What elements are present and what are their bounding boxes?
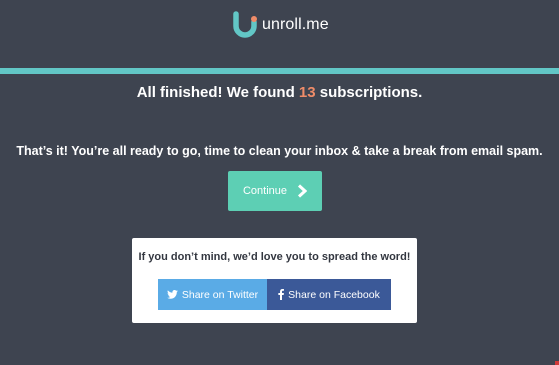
accent-bar <box>0 68 559 74</box>
share-facebook-button[interactable]: Share on Facebook <box>267 279 391 310</box>
instructions-text: That’s it! You’re all ready to go, time … <box>16 144 543 158</box>
share-card: If you don’t mind, we’d love you to spre… <box>132 238 417 323</box>
chevron-right-icon <box>297 184 308 198</box>
header: unroll.me <box>0 0 559 68</box>
facebook-icon <box>278 289 285 300</box>
continue-label: Continue <box>242 185 288 197</box>
share-twitter-button[interactable]: Share on Twitter <box>158 279 267 310</box>
logo[interactable]: unroll.me <box>232 10 329 40</box>
continue-button[interactable]: Continue <box>228 171 322 211</box>
twitter-icon <box>166 290 178 299</box>
subscription-count: 13 <box>298 84 316 101</box>
share-twitter-label: Share on Twitter <box>181 288 259 301</box>
corner-mark <box>555 361 559 365</box>
unrollme-logo-icon <box>232 11 260 39</box>
share-title: If you don’t mind, we’d love you to spre… <box>138 251 411 263</box>
share-buttons: Share on Twitter Share on Facebook <box>158 279 391 310</box>
headline-suffix: subscriptions. <box>319 84 423 101</box>
headline-prefix: All finished! We found <box>136 84 295 101</box>
page: unroll.me All finished! We found 13 subs… <box>0 0 559 365</box>
share-facebook-label: Share on Facebook <box>288 288 380 301</box>
page-title: All finished! We found 13 subscriptions. <box>0 83 559 103</box>
brand-name: unroll.me <box>262 16 329 33</box>
